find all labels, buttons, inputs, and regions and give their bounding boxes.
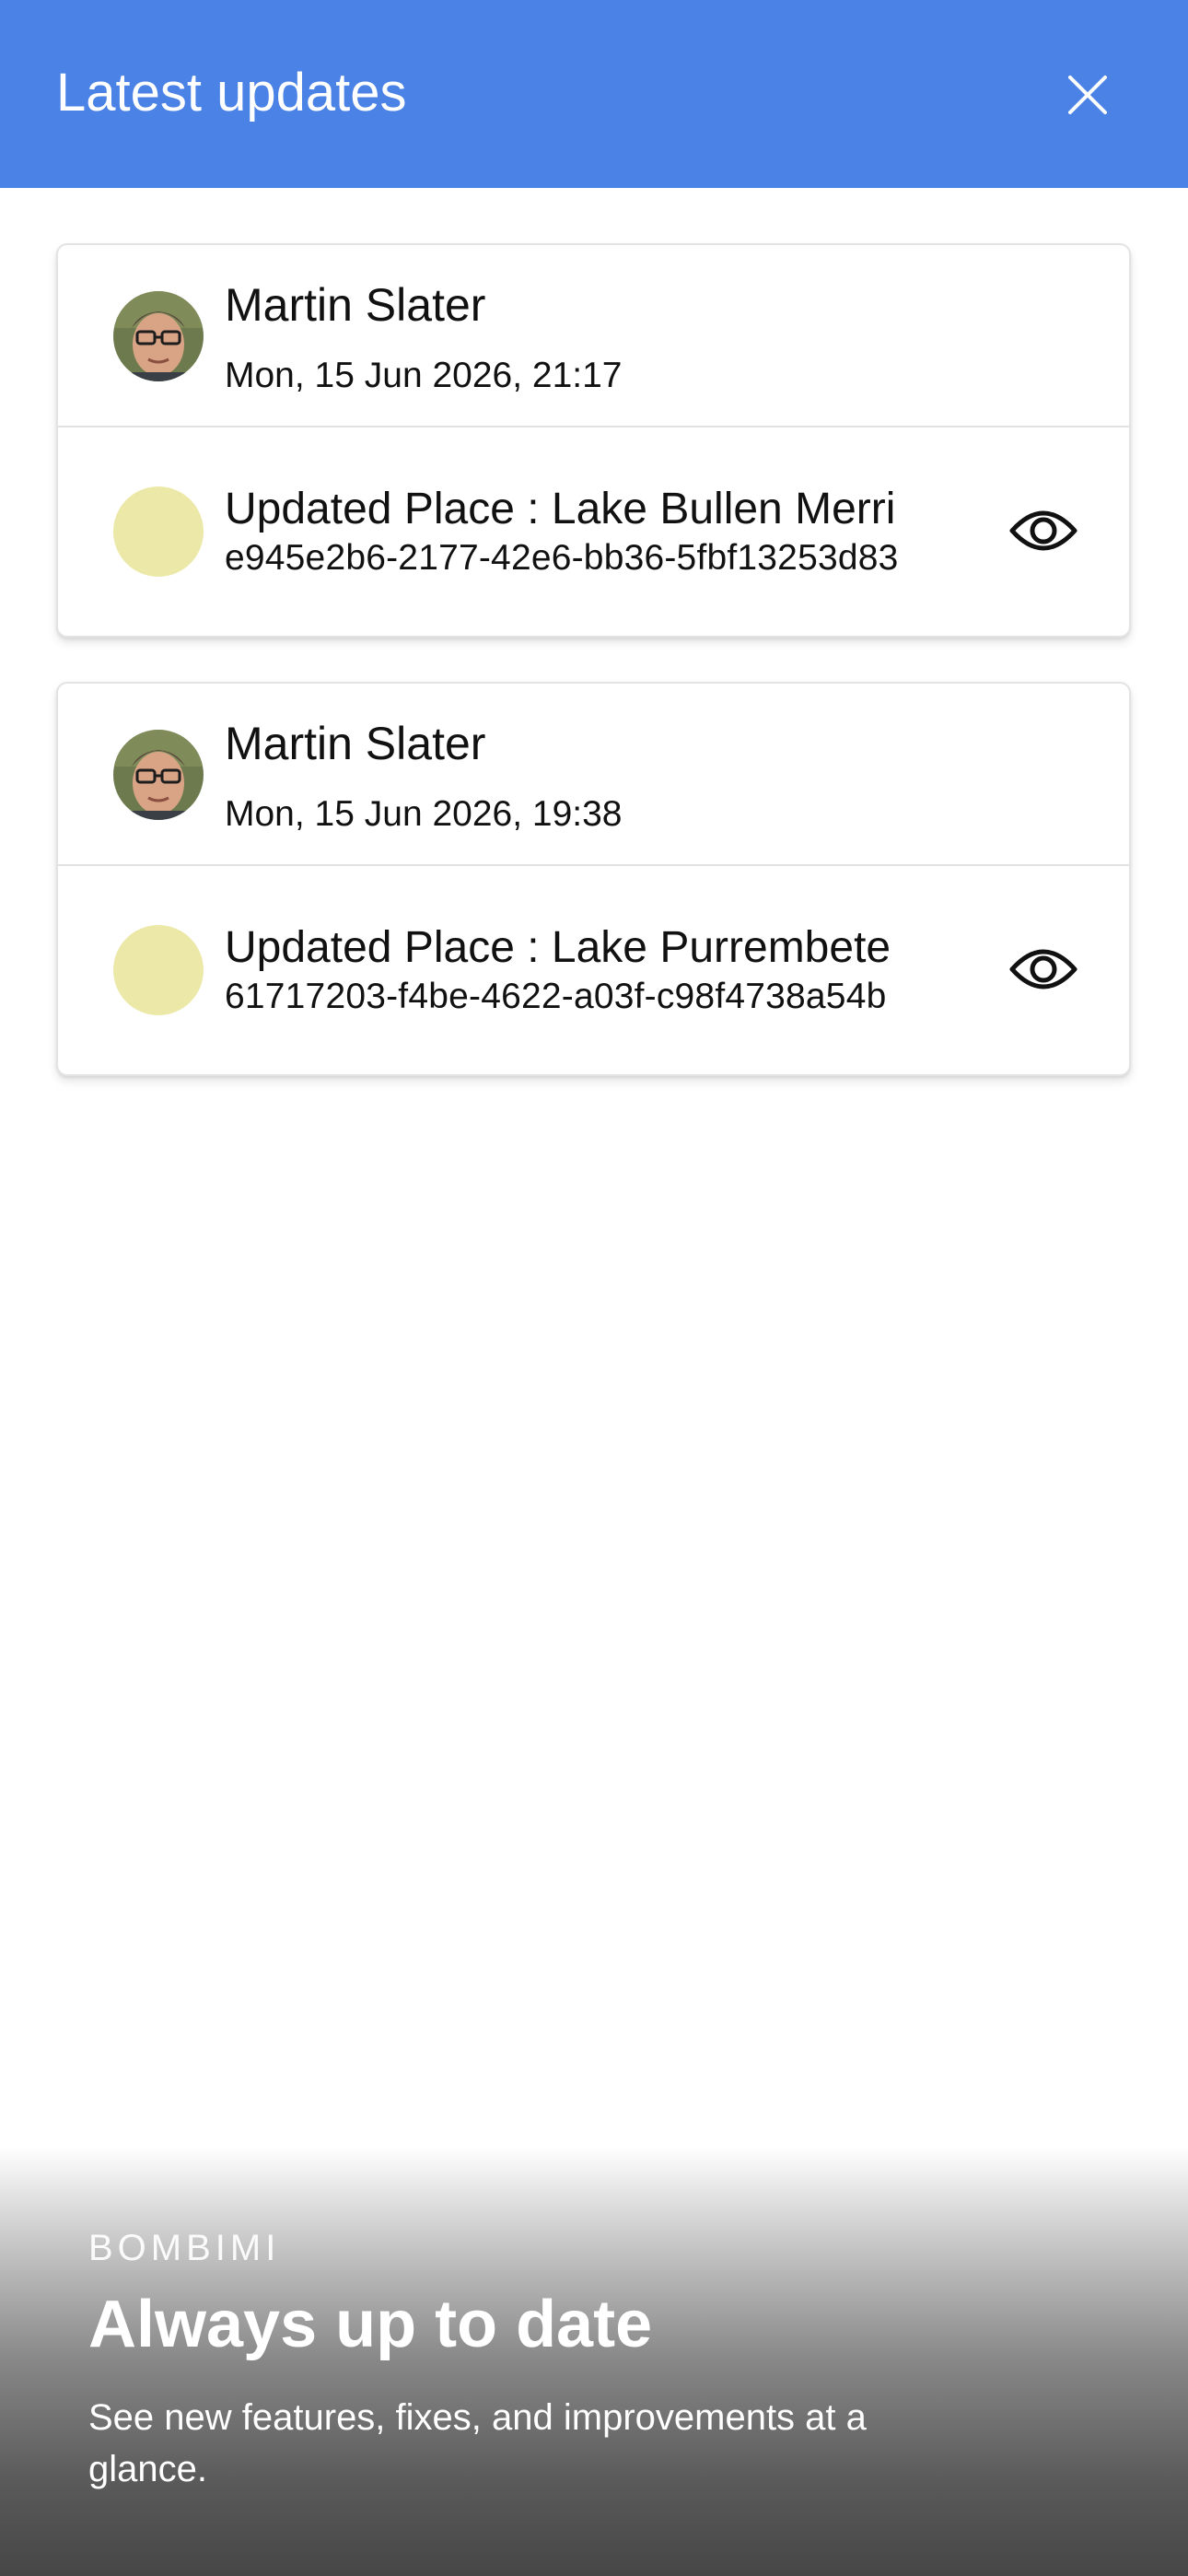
promo-brand: BOMBIMI bbox=[88, 2228, 281, 2268]
author-name: Martin Slater bbox=[225, 718, 486, 769]
promo-title: Always up to date bbox=[88, 2288, 653, 2361]
update-detail-row: Updated Place : Lake Bullen Merri e945e2… bbox=[58, 427, 1129, 636]
promo-banner: BOMBIMI Always up to date See new featur… bbox=[0, 2147, 1188, 2576]
promo-description: See new features, fixes, and improvement… bbox=[88, 2397, 867, 2489]
avatar bbox=[113, 730, 204, 820]
close-icon bbox=[1068, 76, 1107, 114]
update-timestamp: Mon, 15 Jun 2026, 19:38 bbox=[225, 794, 623, 834]
update-detail-row: Updated Place : Lake Purrembete 61717203… bbox=[58, 866, 1129, 1074]
update-timestamp: Mon, 15 Jun 2026, 21:17 bbox=[225, 356, 623, 395]
place-color-dot bbox=[113, 925, 204, 1015]
close-button[interactable] bbox=[1059, 66, 1116, 123]
update-title: Updated Place : Lake Bullen Merri bbox=[225, 485, 896, 533]
avatar bbox=[113, 291, 204, 381]
update-author-row: Martin Slater Mon, 15 Jun 2026, 21:17 bbox=[58, 245, 1129, 427]
app-header: Latest updates bbox=[0, 0, 1188, 188]
update-card: Martin Slater Mon, 15 Jun 2026, 21:17 Up… bbox=[56, 243, 1131, 638]
view-button[interactable] bbox=[1007, 501, 1080, 560]
update-card: Martin Slater Mon, 15 Jun 2026, 19:38 Up… bbox=[56, 682, 1131, 1076]
eye-icon bbox=[1009, 949, 1077, 989]
view-button[interactable] bbox=[1007, 940, 1080, 999]
place-color-dot bbox=[113, 486, 204, 577]
update-id: e945e2b6-2177-42e6-bb36-5fbf13253d83 bbox=[225, 538, 899, 578]
update-author-row: Martin Slater Mon, 15 Jun 2026, 19:38 bbox=[58, 684, 1129, 866]
update-id: 61717203-f4be-4622-a03f-c98f4738a54b bbox=[225, 977, 887, 1016]
page-title: Latest updates bbox=[56, 63, 407, 123]
update-title: Updated Place : Lake Purrembete bbox=[225, 923, 891, 972]
author-name: Martin Slater bbox=[225, 279, 486, 331]
eye-icon bbox=[1009, 510, 1077, 551]
